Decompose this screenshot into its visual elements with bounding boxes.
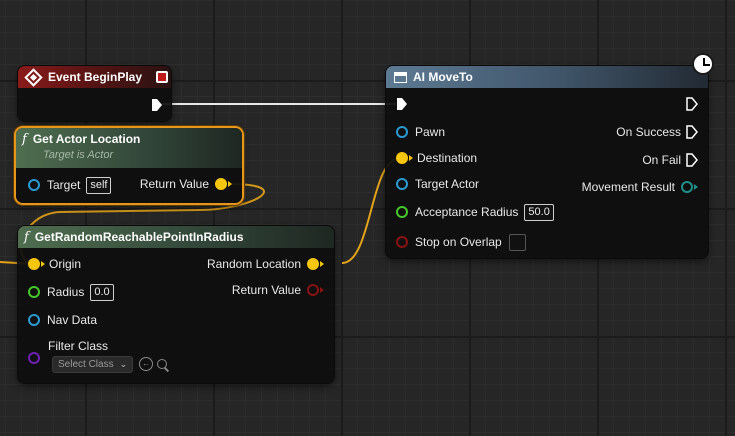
return-value-row[interactable]: Return Value bbox=[140, 174, 232, 194]
random-location-label: Random Location bbox=[206, 257, 301, 271]
ai-moveto-header[interactable]: AI MoveTo bbox=[386, 66, 708, 88]
filter-class-placeholder: Select Class bbox=[58, 358, 114, 370]
stop-on-overlap-pin[interactable] bbox=[396, 236, 408, 248]
target-pin[interactable] bbox=[28, 179, 40, 191]
ai-task-icon bbox=[394, 71, 407, 83]
destination-pin-row[interactable]: Destination bbox=[396, 148, 477, 168]
target-actor-pin[interactable] bbox=[396, 178, 408, 190]
origin-pin-row[interactable]: Origin bbox=[28, 254, 81, 274]
random-location-row[interactable]: Random Location bbox=[207, 254, 324, 274]
random-point-node[interactable]: f GetRandomReachablePointInRadius Origin… bbox=[18, 226, 334, 383]
event-beginplay-title: Event BeginPlay bbox=[48, 70, 143, 84]
stop-on-overlap-pin-row[interactable]: Stop on Overlap bbox=[396, 232, 526, 252]
pin-arrow-icon bbox=[320, 287, 324, 293]
radius-pin-row[interactable]: Radius 0.0 bbox=[28, 282, 114, 302]
filter-class-select-row[interactable]: Select Class ⌄ ← bbox=[52, 354, 170, 374]
filter-class-pin-row[interactable] bbox=[28, 348, 40, 368]
search-icon[interactable] bbox=[157, 359, 170, 372]
radius-value[interactable]: 0.0 bbox=[90, 283, 114, 301]
on-success-exec-pin[interactable] bbox=[686, 125, 698, 139]
return-value-pin[interactable] bbox=[307, 284, 319, 296]
return-value-label: Return Value bbox=[139, 177, 209, 191]
acceptance-radius-pin-row[interactable]: Acceptance Radius 50.0 bbox=[396, 202, 554, 222]
filter-class-label-row: Filter Class bbox=[48, 336, 108, 356]
ai-moveto-node[interactable]: AI MoveTo Pawn Destination Target Actor … bbox=[386, 66, 708, 258]
pin-arrow-icon bbox=[694, 184, 698, 190]
on-fail-row[interactable]: On Fail bbox=[642, 150, 698, 170]
movement-result-row[interactable]: Movement Result bbox=[582, 177, 698, 197]
target-pin-row[interactable]: Target self bbox=[28, 175, 112, 195]
on-success-row[interactable]: On Success bbox=[616, 122, 698, 142]
pin-arrow-icon bbox=[320, 261, 324, 267]
function-icon: f bbox=[24, 229, 29, 245]
pawn-pin-row[interactable]: Pawn bbox=[396, 122, 445, 142]
destination-label: Destination bbox=[417, 151, 478, 165]
exec-out-pin[interactable] bbox=[151, 98, 163, 117]
acceptance-radius-label: Acceptance Radius bbox=[415, 205, 519, 219]
chevron-down-icon: ⌄ bbox=[119, 358, 128, 369]
radius-label: Radius bbox=[47, 285, 85, 299]
get-actor-location-node[interactable]: f Get Actor Location Target is Actor Tar… bbox=[16, 128, 242, 203]
pin-arrow-icon bbox=[409, 155, 413, 161]
random-location-pin[interactable] bbox=[307, 258, 319, 270]
stop-on-overlap-checkbox[interactable] bbox=[508, 233, 526, 251]
use-selected-icon[interactable]: ← bbox=[139, 357, 154, 371]
get-actor-location-title: Get Actor Location bbox=[32, 132, 141, 146]
get-actor-location-subtitle: Target is Actor bbox=[43, 149, 114, 161]
nav-data-pin[interactable] bbox=[28, 314, 40, 326]
movement-result-label: Movement Result bbox=[581, 180, 675, 194]
on-success-label: On Success bbox=[616, 125, 681, 139]
filter-class-label: Filter Class bbox=[48, 339, 109, 353]
acceptance-radius-pin[interactable] bbox=[396, 206, 408, 218]
target-actor-pin-row[interactable]: Target Actor bbox=[396, 174, 479, 194]
origin-label: Origin bbox=[49, 257, 82, 271]
pawn-label: Pawn bbox=[415, 125, 446, 139]
filter-class-pin[interactable] bbox=[28, 352, 40, 364]
radius-pin[interactable] bbox=[28, 286, 40, 298]
nav-data-pin-row[interactable]: Nav Data bbox=[28, 310, 97, 330]
pawn-pin[interactable] bbox=[396, 126, 408, 138]
clock-icon bbox=[692, 53, 714, 75]
function-icon: f bbox=[22, 132, 27, 147]
get-actor-location-header[interactable]: f Get Actor Location Target is Actor bbox=[16, 128, 242, 168]
target-label: Target bbox=[47, 178, 81, 192]
return-value-pin[interactable] bbox=[215, 178, 227, 190]
event-beginplay-node[interactable]: Event BeginPlay bbox=[18, 66, 171, 121]
acceptance-radius-value[interactable]: 50.0 bbox=[524, 203, 554, 221]
on-fail-exec-pin[interactable] bbox=[686, 153, 698, 167]
stop-on-overlap-label: Stop on Overlap bbox=[415, 235, 502, 249]
event-diamond-icon bbox=[24, 67, 43, 87]
movement-result-pin[interactable] bbox=[681, 181, 693, 193]
pin-arrow-icon bbox=[228, 181, 232, 187]
event-beginplay-header[interactable]: Event BeginPlay bbox=[18, 66, 171, 88]
target-actor-label: Target Actor bbox=[415, 177, 480, 191]
target-value[interactable]: self bbox=[86, 176, 112, 194]
destination-pin[interactable] bbox=[396, 152, 408, 164]
exec-in-pin[interactable] bbox=[396, 97, 408, 116]
random-point-header[interactable]: f GetRandomReachablePointInRadius bbox=[18, 226, 334, 248]
random-point-title: GetRandomReachablePointInRadius bbox=[34, 230, 244, 244]
filter-class-select[interactable]: Select Class ⌄ bbox=[52, 355, 134, 373]
on-fail-label: On Fail bbox=[642, 153, 681, 167]
delegate-pin-icon[interactable] bbox=[156, 71, 168, 83]
pin-arrow-icon bbox=[41, 261, 45, 267]
exec-out-pin[interactable] bbox=[686, 97, 698, 116]
nav-data-label: Nav Data bbox=[47, 313, 98, 327]
ai-moveto-title: AI MoveTo bbox=[413, 70, 473, 84]
origin-pin[interactable] bbox=[28, 258, 40, 270]
return-value-row[interactable]: Return Value bbox=[232, 280, 324, 300]
return-value-label: Return Value bbox=[231, 283, 301, 297]
